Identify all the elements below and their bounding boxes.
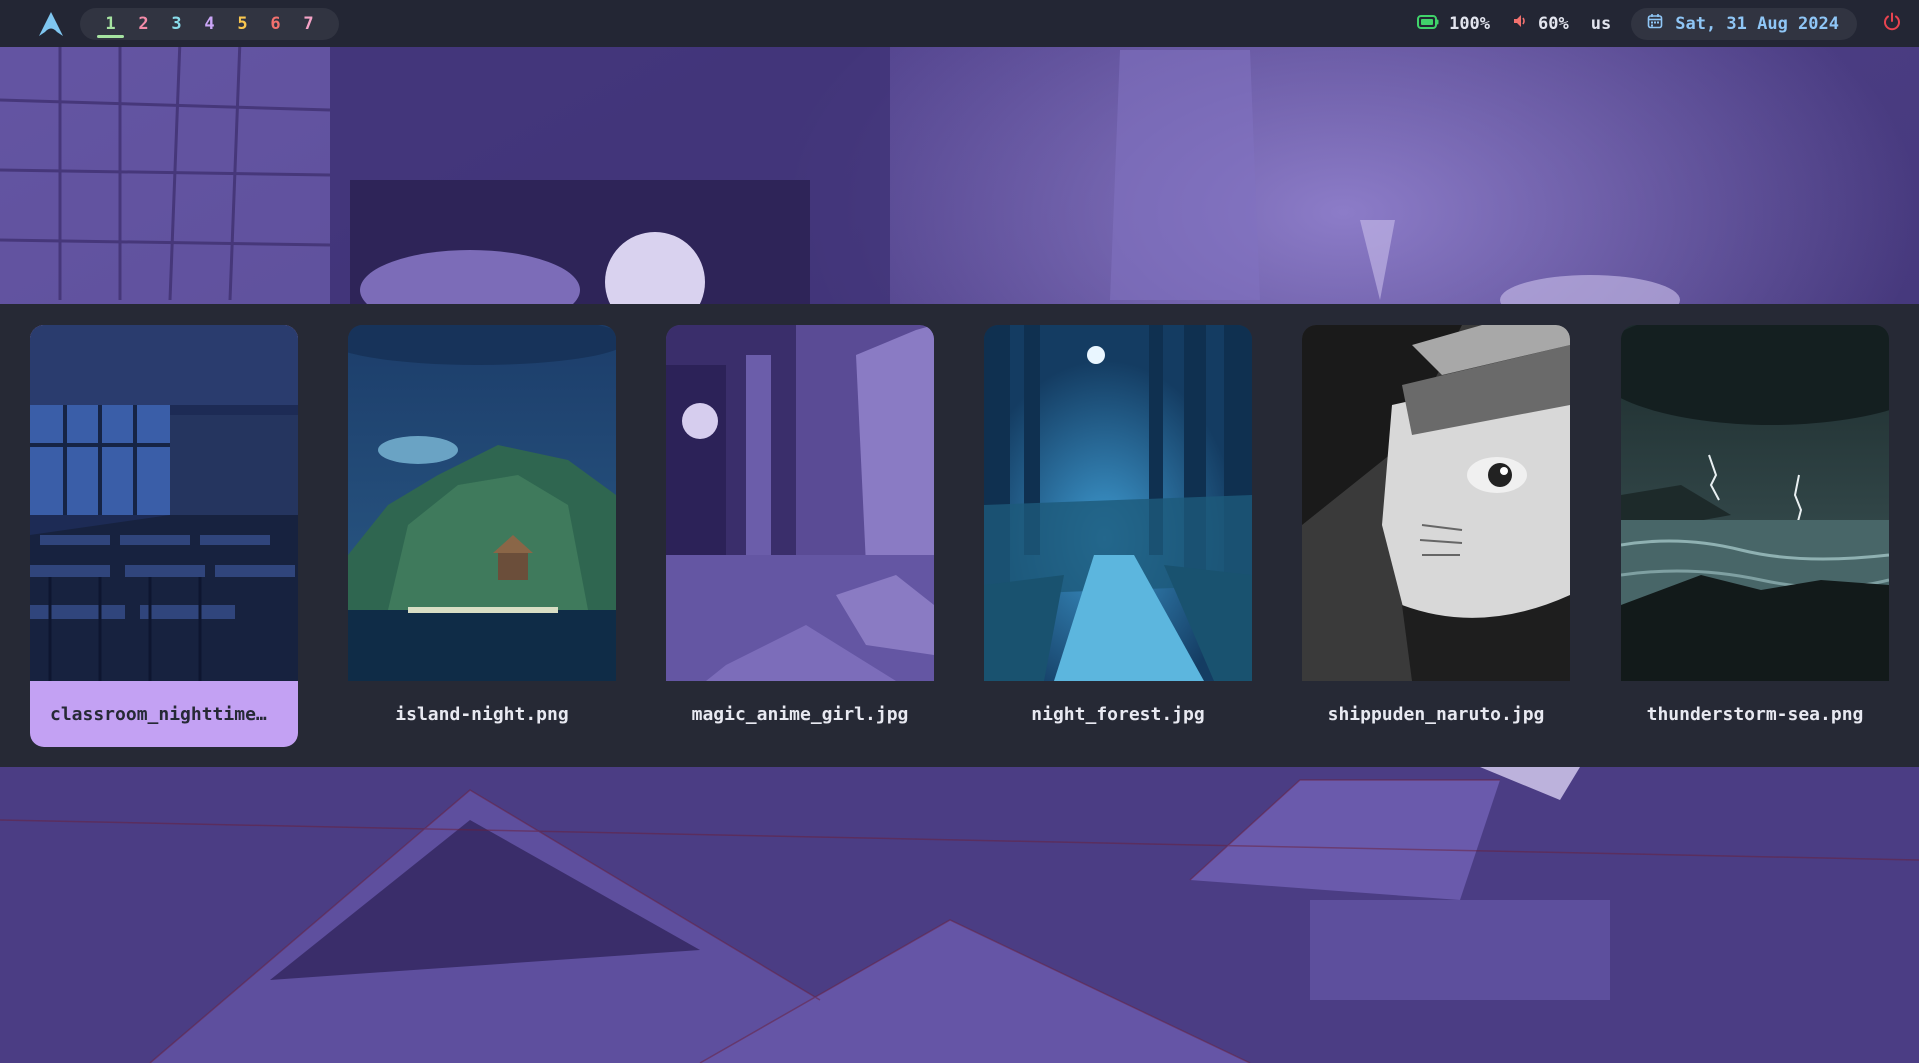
workspace-4[interactable]: 4 [193, 8, 226, 40]
wallpaper-card-naruto[interactable]: shippuden_naruto.jpg [1302, 325, 1570, 747]
wallpaper-thumbnail [30, 325, 298, 681]
wallpaper-filename: shippuden_naruto.jpg [1327, 703, 1545, 725]
wallpaper-thumbnail [666, 325, 934, 681]
keyboard-layout-label: us [1590, 13, 1612, 34]
wallpaper-card-anime-room[interactable]: magic_anime_girl.jpg [666, 325, 934, 747]
wallpaper-filename: classroom_nighttime… [50, 703, 267, 725]
wallpaper-thumbnail [348, 325, 616, 681]
workspace-5[interactable]: 5 [226, 8, 259, 40]
wallpaper-filename: magic_anime_girl.jpg [691, 703, 909, 725]
workspace-3[interactable]: 3 [160, 8, 193, 40]
wallpaper-thumbnail [1621, 325, 1889, 681]
keyboard-layout[interactable]: us [1591, 14, 1611, 34]
wallpaper-filename: island-night.png [395, 703, 569, 725]
battery-status[interactable]: 100% [1417, 14, 1490, 34]
workspace-6[interactable]: 6 [259, 8, 292, 40]
volume-status[interactable]: 60% [1512, 13, 1569, 34]
date-widget[interactable]: Sat, 31 Aug 2024 [1631, 7, 1857, 40]
date-text: Sat, 31 Aug 2024 [1675, 13, 1839, 34]
volume-value: 60% [1538, 13, 1569, 34]
power-icon [1882, 12, 1902, 36]
wallpaper-picker: classroom_nighttime… island-night.png ma… [0, 304, 1919, 767]
wallpaper-filename: night_forest.jpg [1031, 703, 1205, 725]
workspace-7[interactable]: 7 [292, 8, 325, 40]
wallpaper-thumbnail [1302, 325, 1570, 681]
workspace-2[interactable]: 2 [127, 8, 160, 40]
battery-icon [1417, 14, 1439, 34]
status-area: 100% 60% us Sat, 31 Aug 2024 [1395, 0, 1905, 47]
workspace-1[interactable]: 1 [94, 8, 127, 40]
arch-logo-icon[interactable] [36, 9, 66, 39]
calendar-icon [1647, 13, 1663, 34]
wallpaper-card-forest[interactable]: night_forest.jpg [984, 325, 1252, 747]
speaker-icon [1512, 13, 1528, 34]
top-bar: 1 2 3 4 5 6 7 100% 60% us Sat, 31 Aug 20… [0, 0, 1919, 47]
wallpaper-card-thunderstorm-sea[interactable]: thunderstorm-sea.png [1621, 325, 1889, 747]
wallpaper-card-classroom[interactable]: classroom_nighttime… [30, 325, 298, 747]
workspace-switcher: 1 2 3 4 5 6 7 [80, 7, 339, 40]
wallpaper-filename: thunderstorm-sea.png [1646, 703, 1864, 725]
wallpaper-thumbnail [984, 325, 1252, 681]
battery-value: 100% [1449, 13, 1491, 34]
wallpaper-card-island[interactable]: island-night.png [348, 325, 616, 747]
power-button[interactable] [1879, 11, 1905, 37]
